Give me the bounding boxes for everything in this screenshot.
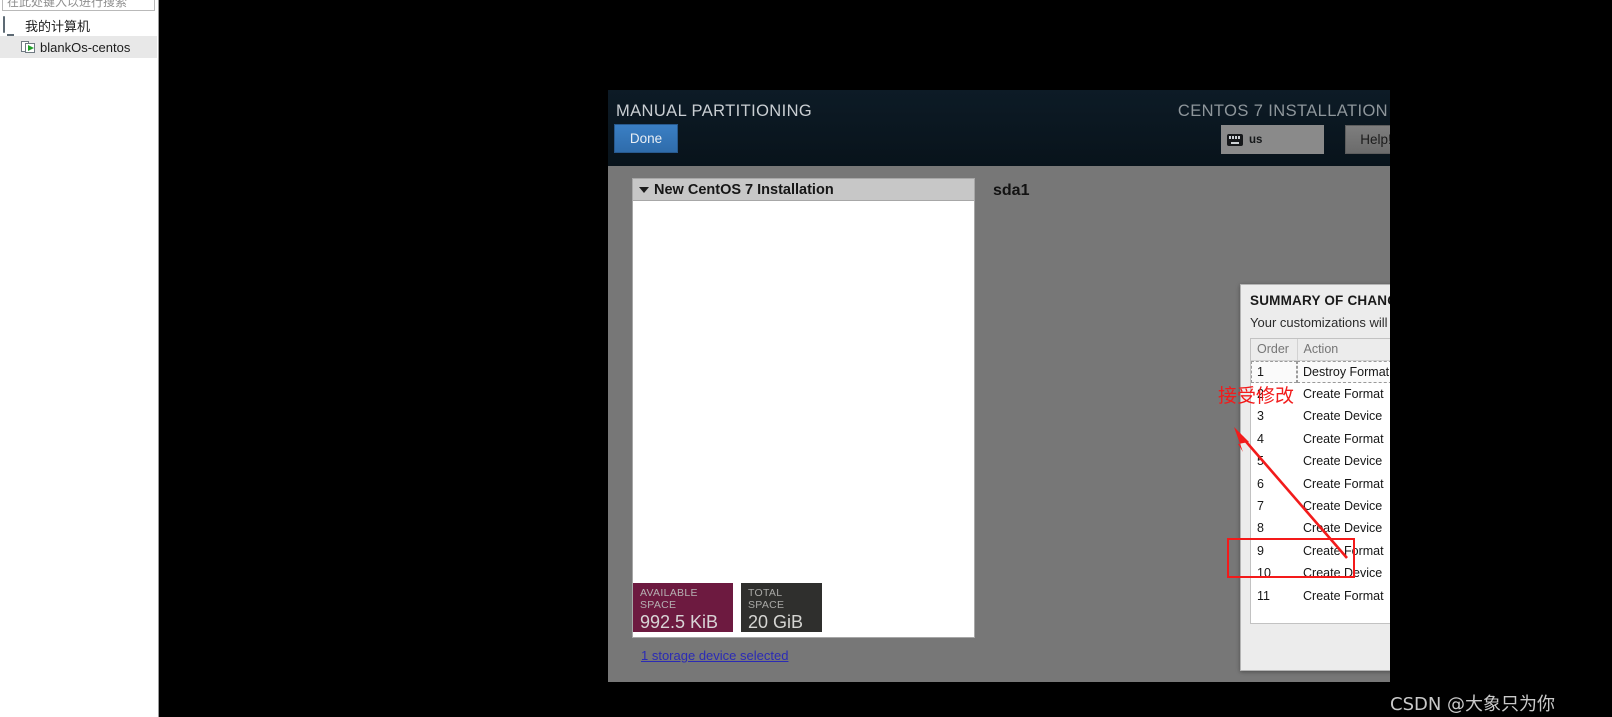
keyboard-layout-indicator[interactable]: us	[1221, 125, 1324, 154]
selected-device-title: sda1	[993, 182, 1030, 199]
page-title: MANUAL PARTITIONING	[616, 102, 813, 120]
table-row[interactable]: 8Create Devicelvmlvcentos-swap	[1251, 517, 1390, 539]
available-space-value: 992.5 KiB	[640, 612, 719, 632]
library-search-input[interactable]: 在此处键入以进行搜索	[2, 0, 155, 11]
tree-item-label: blankOs-centos	[40, 39, 131, 55]
help-button[interactable]: Help!	[1345, 125, 1390, 154]
cell-action: Destroy Format	[1297, 360, 1390, 383]
annotation-text: 接受修改	[1218, 385, 1295, 407]
column-header-order[interactable]: Order	[1251, 339, 1298, 361]
total-space-label: TOTAL SPACE	[748, 587, 785, 611]
table-row[interactable]: 1Destroy FormatUnknownsda	[1251, 360, 1390, 383]
keyboard-icon	[1227, 133, 1243, 146]
installer-header: MANUAL PARTITIONING CENTOS 7 INSTALLATIO…	[608, 90, 1390, 166]
cell-order: 7	[1257, 499, 1264, 514]
vm-library-tree: 我的计算机 blankOs-centos	[0, 14, 157, 58]
vm-library-panel: 在此处键入以进行搜索 我的计算机 blankOs-centos	[0, 0, 159, 717]
table-row[interactable]: 11Create Formatxfscentos-root/	[1251, 584, 1390, 606]
partition-group-header[interactable]: New CentOS 7 Installation	[633, 179, 974, 201]
help-button-label: Help!	[1360, 132, 1390, 147]
partition-group-label: New CentOS 7 Installation	[654, 181, 834, 198]
cell-action: Create Device	[1303, 521, 1383, 536]
total-space-box: TOTAL SPACE 20 GiB	[741, 583, 822, 632]
table-row[interactable]: 9Create Formatswapcentos-swap	[1251, 540, 1390, 562]
column-header-action[interactable]: Action	[1297, 339, 1390, 361]
summary-of-changes-dialog: SUMMARY OF CHANGES Your customizations w…	[1240, 284, 1390, 671]
cell-action: Create Device	[1303, 566, 1383, 581]
cell-action: Create Device	[1303, 409, 1383, 424]
available-space-box: AVAILABLE SPACE 992.5 KiB	[633, 583, 733, 632]
cell-order: 3	[1257, 409, 1264, 424]
screen: 在此处键入以进行搜索 我的计算机 blankOs-centos MANUAL P…	[0, 0, 1612, 717]
done-button-label: Done	[629, 131, 663, 146]
cell-action: Create Format	[1303, 588, 1384, 603]
cell-order: 6	[1257, 476, 1264, 491]
table-row[interactable]: 5Create Devicepartitionsda2	[1251, 450, 1390, 472]
tree-item-my-computer[interactable]: 我的计算机	[0, 14, 157, 36]
table-row[interactable]: 3Create Devicepartitionsda1	[1251, 405, 1390, 427]
cell-action: Create Device	[1303, 454, 1383, 469]
changes-table-head: Order Action Type Device Name Mount poin…	[1251, 339, 1390, 361]
table-row[interactable]: 6Create Formatphysical volume (LVM)sda2	[1251, 472, 1390, 494]
cell-action: Create Format	[1303, 387, 1384, 402]
dialog-button-bar: Cancel & Return to Custom Partitioning A…	[1241, 624, 1390, 670]
cell-action: Create Device	[1303, 499, 1383, 514]
done-button[interactable]: Done	[614, 124, 678, 153]
partition-list-panel: New CentOS 7 Installation	[632, 178, 975, 638]
cell-order: 11	[1257, 588, 1270, 603]
cell-action: Create Format	[1303, 543, 1384, 558]
cell-order: 9	[1257, 543, 1264, 558]
dialog-description: Your customizations will result in the f…	[1250, 315, 1390, 330]
total-space-value: 20 GiB	[748, 612, 804, 632]
cell-order: 5	[1257, 454, 1264, 469]
installation-title: CENTOS 7 INSTALLATION	[1177, 102, 1388, 120]
table-row[interactable]: 4Create Formatxfssda1/boot	[1251, 428, 1390, 450]
dialog-title: SUMMARY OF CHANGES	[1250, 293, 1390, 308]
cell-action: Create Format	[1303, 431, 1384, 446]
cell-action: Create Format	[1303, 476, 1384, 491]
table-row[interactable]: 7Create Devicelvmvgcentos	[1251, 495, 1390, 517]
cell-order: 10	[1257, 566, 1271, 581]
table-header-row: Order Action Type Device Name Mount poin…	[1251, 339, 1390, 361]
cell-order: 4	[1257, 431, 1264, 446]
tree-item-blankos-centos[interactable]: blankOs-centos	[0, 36, 157, 58]
available-space-label: AVAILABLE SPACE	[640, 587, 698, 611]
keyboard-layout-label: us	[1249, 133, 1263, 146]
monitor-icon	[3, 16, 21, 33]
watermark: CSDN @大象只为你	[1390, 694, 1556, 715]
storage-device-link[interactable]: 1 storage device selected	[641, 648, 788, 663]
virtual-machine-icon	[21, 40, 36, 54]
cell-order: 1	[1251, 360, 1297, 383]
cell-order: 8	[1257, 521, 1264, 536]
chevron-down-icon	[639, 186, 649, 193]
changes-table: Order Action Type Device Name Mount poin…	[1251, 339, 1390, 607]
tree-item-label: 我的计算机	[25, 18, 91, 34]
table-row[interactable]: 10Create Devicelvmlvcentos-root	[1251, 562, 1390, 584]
